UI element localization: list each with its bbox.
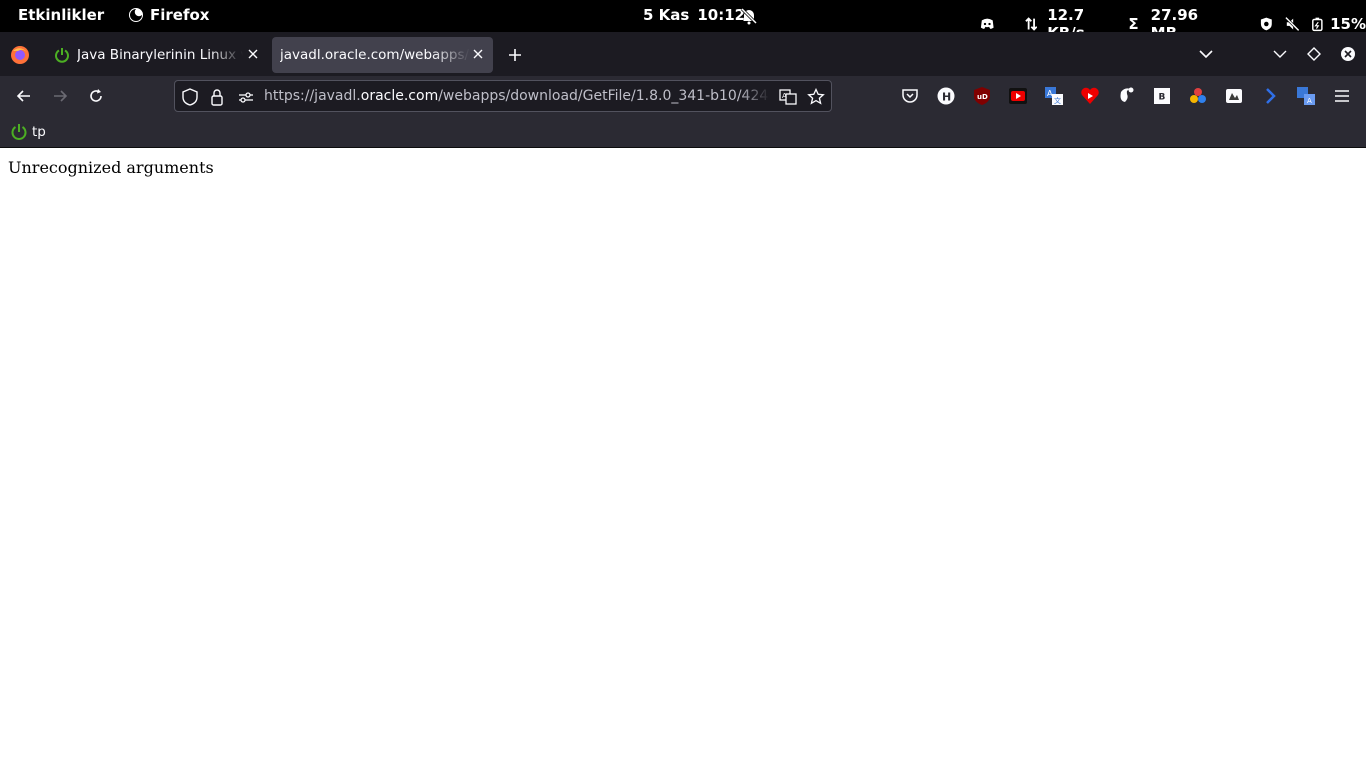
tab-java-binaries[interactable]: Java Binarylerinin Linux versiyonlarını … bbox=[44, 37, 268, 73]
h-extension-icon[interactable]: H bbox=[936, 86, 956, 106]
language-translate-icon[interactable]: A bbox=[1296, 86, 1316, 106]
back-arrow-icon[interactable] bbox=[14, 86, 34, 106]
color-dots-extension-icon[interactable] bbox=[1188, 86, 1208, 106]
network-transfer-icon bbox=[1024, 17, 1037, 31]
new-tab-icon[interactable] bbox=[505, 45, 525, 65]
reload-icon[interactable] bbox=[86, 86, 106, 106]
hamburger-menu-icon[interactable] bbox=[1332, 86, 1352, 106]
close-window-icon[interactable] bbox=[1340, 46, 1356, 62]
firefox-view-icon[interactable] bbox=[10, 45, 30, 65]
url-host: oracle.com bbox=[360, 88, 439, 104]
pocket-icon[interactable] bbox=[900, 86, 920, 106]
gnome-extension-icon[interactable] bbox=[1116, 86, 1136, 106]
url-text[interactable]: https://javadl.oracle.com/webapps/downlo… bbox=[264, 88, 770, 104]
clock[interactable]: 5 Kas 10:12 bbox=[643, 6, 745, 24]
data-sigma: Σ bbox=[1128, 15, 1139, 33]
youtube-extension-icon[interactable] bbox=[1008, 86, 1028, 106]
b-extension-icon[interactable]: B bbox=[1152, 86, 1172, 106]
lock-icon[interactable] bbox=[210, 88, 224, 106]
svg-text:A: A bbox=[1047, 89, 1053, 98]
tab-javadl-oracle[interactable]: javadl.oracle.com/webapps/download/GetFi… bbox=[272, 37, 493, 73]
tab-title: javadl.oracle.com/webapps/download/GetFi… bbox=[280, 47, 470, 63]
power-icon bbox=[55, 48, 69, 63]
power-icon bbox=[11, 124, 27, 140]
vpn-shield-icon bbox=[1261, 17, 1273, 31]
forward-arrow-icon[interactable] bbox=[50, 86, 70, 106]
translate-extension-icon[interactable]: A文 bbox=[1044, 86, 1064, 106]
permissions-icon[interactable] bbox=[237, 88, 255, 106]
tab-strip: Java Binarylerinin Linux versiyonlarını … bbox=[0, 32, 1366, 76]
clock-date: 5 Kas bbox=[643, 6, 690, 24]
chevron-down-icon[interactable] bbox=[1272, 46, 1288, 62]
maximize-window-icon[interactable] bbox=[1307, 46, 1321, 62]
bookmark-item[interactable]: tp bbox=[10, 123, 46, 141]
heart-play-extension-icon[interactable] bbox=[1080, 86, 1100, 106]
tab-title: Java Binarylerinin Linux versiyonlarını … bbox=[77, 47, 243, 63]
error-message: Unrecognized arguments bbox=[8, 158, 214, 177]
battery-icon bbox=[1312, 17, 1324, 32]
translate-icon[interactable]: A bbox=[779, 88, 797, 106]
notifications-muted-icon bbox=[740, 7, 758, 25]
svg-text:文: 文 bbox=[1054, 96, 1061, 105]
address-bar[interactable]: https://javadl.oracle.com/webapps/downlo… bbox=[174, 80, 832, 112]
bookmarks-toolbar: tp bbox=[0, 116, 1366, 148]
firefox-app-icon bbox=[129, 8, 143, 22]
svg-text:H: H bbox=[942, 91, 951, 104]
activities-button[interactable]: Etkinlikler bbox=[18, 6, 104, 24]
system-top-bar: Etkinlikler Firefox 5 Kas 10:12 12.7 KB/… bbox=[0, 0, 1366, 42]
svg-text:A: A bbox=[1307, 97, 1312, 105]
url-path: /webapps/download/GetFile/1.8.0_341-b10/… bbox=[438, 88, 770, 104]
discord-icon bbox=[980, 18, 994, 29]
bookmark-label: tp bbox=[32, 124, 46, 140]
chevron-right-icon[interactable] bbox=[1260, 86, 1280, 106]
svg-text:uD: uD bbox=[977, 93, 988, 101]
app-menu-label: Firefox bbox=[150, 6, 210, 24]
clock-time: 10:12 bbox=[697, 6, 746, 24]
close-tab-icon[interactable] bbox=[471, 47, 485, 61]
page-content: Unrecognized arguments bbox=[0, 148, 1366, 768]
url-scheme: https://javadl. bbox=[264, 88, 361, 104]
bookmark-star-icon[interactable] bbox=[807, 88, 825, 106]
navigation-toolbar: https://javadl.oracle.com/webapps/downlo… bbox=[0, 76, 1366, 116]
close-tab-icon[interactable] bbox=[246, 47, 260, 61]
tracking-protection-shield-icon[interactable] bbox=[182, 88, 198, 106]
app-menu[interactable]: Firefox bbox=[128, 6, 209, 24]
svg-text:A: A bbox=[782, 92, 787, 100]
box-extension-icon[interactable] bbox=[1224, 86, 1244, 106]
ublock-origin-icon[interactable]: uD bbox=[972, 86, 992, 106]
svg-text:B: B bbox=[1159, 93, 1166, 103]
battery-percentage: 15% bbox=[1330, 15, 1366, 33]
list-all-tabs-icon[interactable] bbox=[1198, 46, 1214, 62]
volume-muted-icon bbox=[1284, 16, 1300, 32]
